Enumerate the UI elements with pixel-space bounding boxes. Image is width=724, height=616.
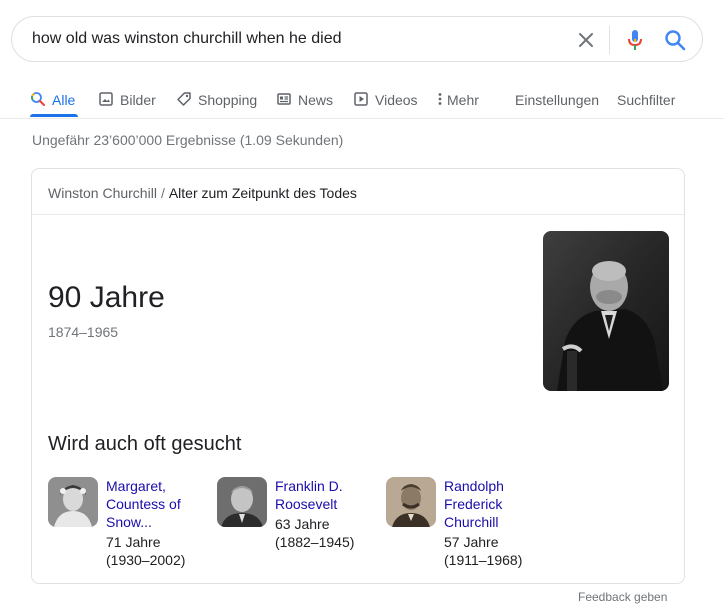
newspaper-icon bbox=[276, 91, 292, 110]
related-person-name: Margaret, Countess of Snow... bbox=[106, 478, 181, 530]
result-stats: Ungefähr 23’600’000 Ergebnisse (1.09 Sek… bbox=[32, 132, 344, 148]
tab-videos[interactable]: Videos bbox=[353, 87, 418, 113]
tab-label: Bilder bbox=[120, 92, 156, 108]
play-icon bbox=[353, 91, 369, 110]
breadcrumb-root-link[interactable]: Winston Churchill bbox=[48, 185, 157, 201]
search-tools-link[interactable]: Suchfilter bbox=[617, 87, 675, 113]
more-vert-icon bbox=[436, 91, 444, 110]
breadcrumb-separator: / bbox=[160, 185, 165, 201]
related-person-years: (1930–2002) bbox=[106, 552, 186, 568]
related-person-years: (1882–1945) bbox=[275, 534, 355, 550]
feedback-link[interactable]: Feedback geben bbox=[578, 590, 667, 604]
settings-label: Einstellungen bbox=[515, 92, 600, 108]
search-input[interactable]: how old was winston churchill when he di… bbox=[32, 30, 342, 48]
search-icon bbox=[30, 91, 46, 110]
search-divider bbox=[609, 26, 610, 54]
related-person-age: 63 Jahre bbox=[275, 516, 330, 532]
answer-value: 90 Jahre bbox=[48, 281, 165, 314]
breadcrumb: Winston Churchill / Alter zum Zeitpunkt de… bbox=[48, 185, 357, 201]
tab-label: Mehr bbox=[447, 92, 479, 108]
search-tabs: Alle Bilder Shopping News Videos Mehr Ei… bbox=[0, 84, 724, 118]
answer-lifespan: 1874–1965 bbox=[48, 324, 119, 340]
portrait-image[interactable] bbox=[543, 231, 669, 391]
tabs-divider bbox=[0, 118, 724, 119]
related-person-roosevelt[interactable]: Franklin D. Roosevelt 63 Jahre (1882–194… bbox=[217, 477, 377, 572]
related-heading: Wird auch oft gesucht bbox=[48, 433, 242, 455]
related-person-name: Randolph Frederick Churchill bbox=[444, 478, 504, 530]
tab-news[interactable]: News bbox=[276, 87, 333, 113]
card-header: Winston Churchill / Alter zum Zeitpunkt de… bbox=[32, 169, 684, 215]
tag-icon bbox=[176, 91, 192, 110]
search-tools-label: Suchfilter bbox=[617, 92, 676, 108]
tab-label: Alle bbox=[52, 92, 76, 108]
search-icon[interactable] bbox=[662, 27, 688, 53]
answer-card: Winston Churchill / Alter zum Zeitpunkt de… bbox=[31, 168, 685, 584]
related-person-age: 57 Jahre bbox=[444, 534, 499, 550]
tab-label: Videos bbox=[375, 92, 418, 108]
related-person-margaret[interactable]: Margaret, Countess of Snow... 71 Jahre (… bbox=[48, 477, 208, 572]
related-thumbnail bbox=[217, 477, 267, 527]
image-icon bbox=[98, 91, 114, 110]
clear-icon[interactable] bbox=[574, 28, 598, 52]
tab-label: News bbox=[298, 92, 334, 108]
search-box[interactable]: how old was winston churchill when he di… bbox=[11, 16, 703, 62]
related-person-years: (1911–1968) bbox=[444, 552, 523, 568]
related-person-randolph[interactable]: Randolph Frederick Churchill 57 Jahre (1… bbox=[386, 477, 546, 572]
microphone-icon[interactable] bbox=[622, 27, 648, 53]
tab-alle[interactable]: Alle bbox=[30, 87, 75, 113]
tab-mehr[interactable]: Mehr bbox=[436, 87, 479, 113]
related-thumbnail bbox=[48, 477, 98, 527]
related-person-name: Franklin D. Roosevelt bbox=[275, 478, 343, 512]
breadcrumb-current: Alter zum Zeitpunkt des Todes bbox=[168, 185, 357, 201]
tab-label: Shopping bbox=[198, 92, 258, 108]
tab-shopping[interactable]: Shopping bbox=[176, 87, 257, 113]
settings-link[interactable]: Einstellungen bbox=[515, 87, 599, 113]
tab-bilder[interactable]: Bilder bbox=[98, 87, 156, 113]
related-thumbnail bbox=[386, 477, 436, 527]
related-person-age: 71 Jahre bbox=[106, 534, 161, 550]
active-tab-indicator bbox=[30, 114, 78, 117]
